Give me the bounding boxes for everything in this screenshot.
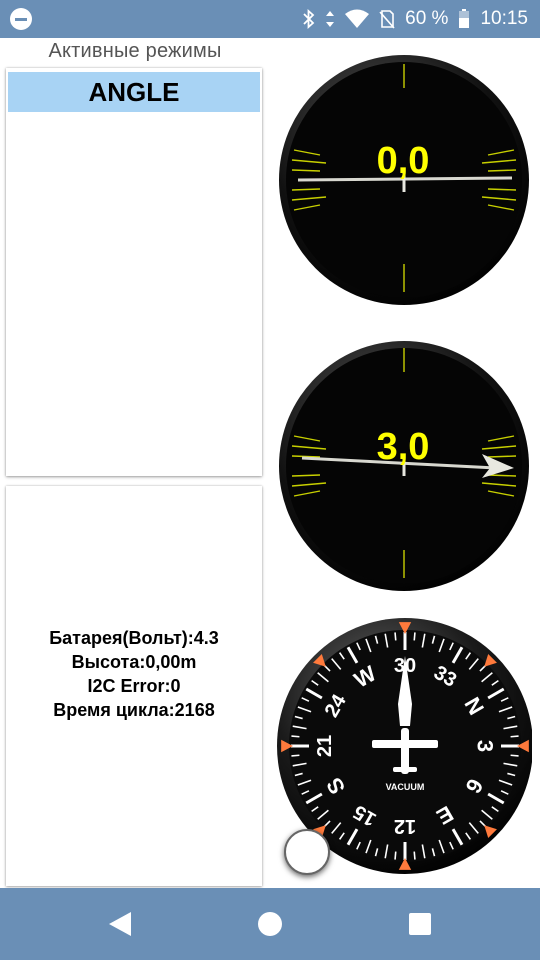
i2c-error-text: I2C Error:0 (87, 676, 181, 696)
bluetooth-icon (303, 9, 315, 29)
dial-tick (291, 735, 300, 738)
dial-tick (413, 632, 416, 641)
dial-tick (510, 754, 519, 757)
back-icon (109, 912, 131, 936)
wifi-icon (345, 9, 370, 28)
dial-tick (291, 754, 300, 757)
roll-gauge: 3,0 (276, 338, 530, 596)
telemetry-lines: Батарея(Вольт):4.3 Высота:0,00m I2C Erro… (6, 626, 262, 722)
battery-percent: 60 % (405, 8, 449, 29)
floating-action-button[interactable] (284, 829, 330, 875)
navigation-bar (0, 888, 540, 960)
dial-tick (510, 735, 519, 738)
vacuum-label: VACUUM (386, 782, 425, 792)
dial-label-21: 21 (314, 735, 336, 757)
dial-label-12: 12 (394, 815, 416, 837)
do-not-disturb-icon (10, 8, 32, 30)
pitch-value: 0,0 (376, 140, 430, 182)
dial-tick (394, 632, 397, 641)
back-button[interactable] (75, 888, 165, 960)
battery-voltage-text: Батарея(Вольт):4.3 (49, 628, 219, 648)
data-arrows-icon (326, 11, 335, 27)
status-bar: 60 % 10:15 (0, 0, 540, 38)
clock: 10:15 (480, 8, 528, 29)
status-icons: 60 % 10:15 (303, 0, 528, 38)
cycle-time-text: Время цикла:2168 (53, 700, 215, 720)
recents-button[interactable] (375, 888, 465, 960)
home-button[interactable] (225, 888, 315, 960)
dial-tick (413, 851, 416, 860)
dial-label-3: 3 (473, 740, 498, 752)
modes-list[interactable]: ANGLE (6, 68, 262, 476)
no-sim-icon (379, 10, 395, 29)
battery-icon (459, 9, 470, 28)
roll-value: 3,0 (376, 426, 430, 468)
home-icon (258, 912, 282, 936)
altitude-text: Высота:0,00m (71, 652, 197, 672)
modes-title: Активные режимы (48, 40, 222, 62)
mode-item-angle[interactable]: ANGLE (8, 72, 260, 112)
info-panel: Батарея(Вольт):4.3 Высота:0,00m I2C Erro… (6, 486, 262, 886)
dial-tick (394, 851, 397, 860)
pitch-gauge: 0,0 (276, 52, 530, 310)
recents-icon (409, 913, 431, 935)
